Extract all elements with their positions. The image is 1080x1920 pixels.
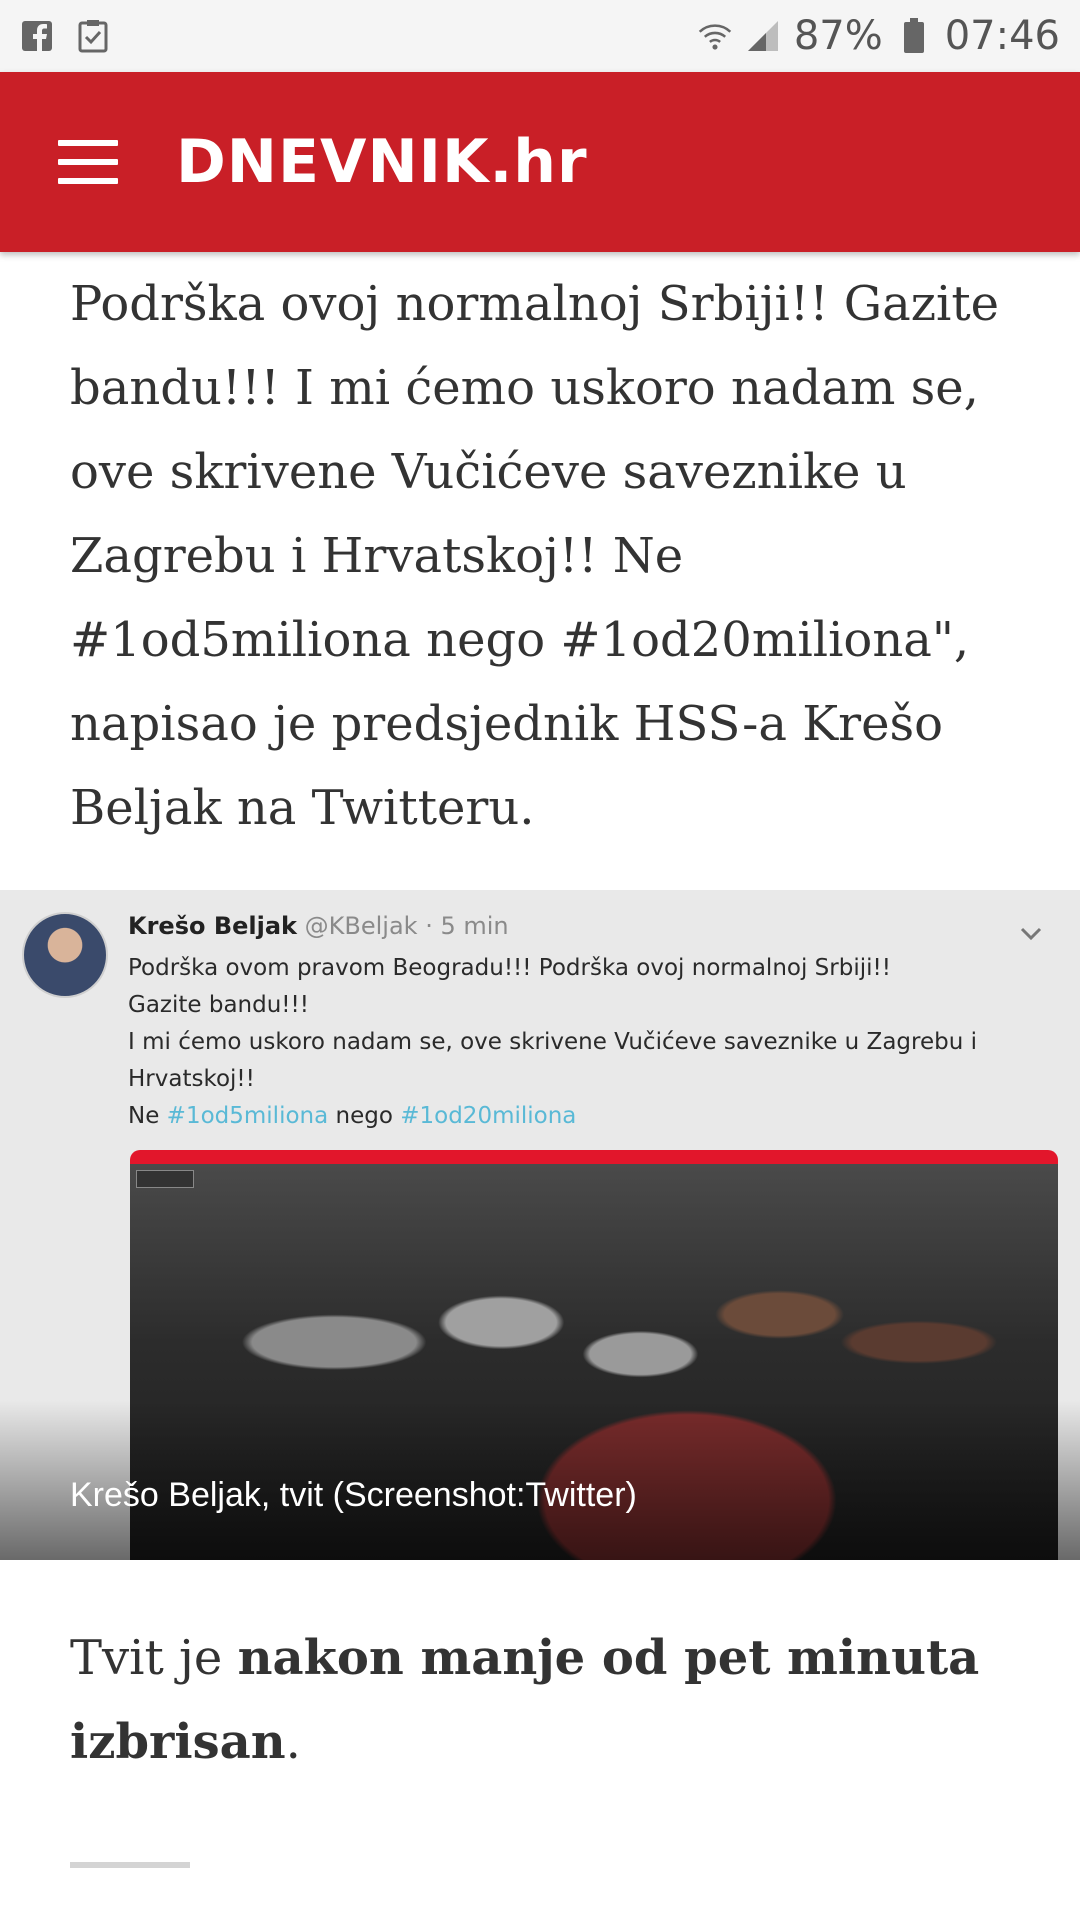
tweet-text: Podrška ovom pravom Beogradu!!! Podrška … <box>128 950 977 1135</box>
battery-percentage: 87% <box>793 13 883 59</box>
chevron-down-icon <box>1018 920 1044 946</box>
paragraph-text: . <box>285 1714 301 1770</box>
hashtag: #1od20miliona <box>400 1103 577 1129</box>
article-image[interactable]: Krešo Beljak @KBeljak · 5 min Podrška ov… <box>0 890 1080 1560</box>
divider <box>70 1862 190 1868</box>
clock: 07:46 <box>944 13 1060 59</box>
avatar <box>22 912 108 998</box>
tweet-author-name: Krešo Beljak <box>128 912 298 940</box>
article-body-2: Tvit je nakon manje od pet minuta izbris… <box>70 1616 1010 1784</box>
battery-icon <box>897 18 931 53</box>
tweet-text-fragment: nego <box>328 1103 401 1129</box>
tweet-line: Gazite bandu!!! <box>128 992 309 1018</box>
article-paragraph: Tvit je nakon manje od pet minuta izbris… <box>70 1616 1010 1784</box>
facebook-icon <box>20 19 54 53</box>
tweet-line-last: Ne #1od5miliona nego #1od20miliona <box>128 1098 958 1135</box>
site-logo[interactable]: DNEVNIK.hr <box>176 127 588 197</box>
article-body: Podrška ovoj normalnoj Srbiji!! Gazite b… <box>70 262 1010 850</box>
article-paragraph: Podrška ovoj normalnoj Srbiji!! Gazite b… <box>70 276 1000 836</box>
hamburger-icon[interactable] <box>58 140 118 184</box>
tweet-line: Podrška ovom pravom Beogradu!!! Podrška … <box>128 955 891 981</box>
app-header: DNEVNIK.hr <box>0 72 1080 252</box>
paragraph-text: Tvit je <box>70 1630 238 1686</box>
tweet-handle: @KBeljak · 5 min <box>304 912 509 940</box>
tweet-line: Hrvatskoj!! <box>128 1066 255 1092</box>
tv-logo <box>136 1170 194 1188</box>
tweet-line: I mi ćemo uskoro nadam se, ove skrivene … <box>128 1029 977 1055</box>
status-bar: 87% 07:46 <box>0 0 1080 72</box>
hashtag: #1od5miliona <box>166 1103 329 1129</box>
checklist-icon <box>76 19 110 53</box>
signal-icon <box>746 19 780 53</box>
tweet-text-fragment: Ne <box>128 1103 167 1129</box>
wifi-icon <box>698 19 732 53</box>
image-caption: Krešo Beljak, tvit (Screenshot:Twitter) <box>70 1476 637 1514</box>
tweet-header: Krešo Beljak @KBeljak · 5 min <box>128 912 509 940</box>
